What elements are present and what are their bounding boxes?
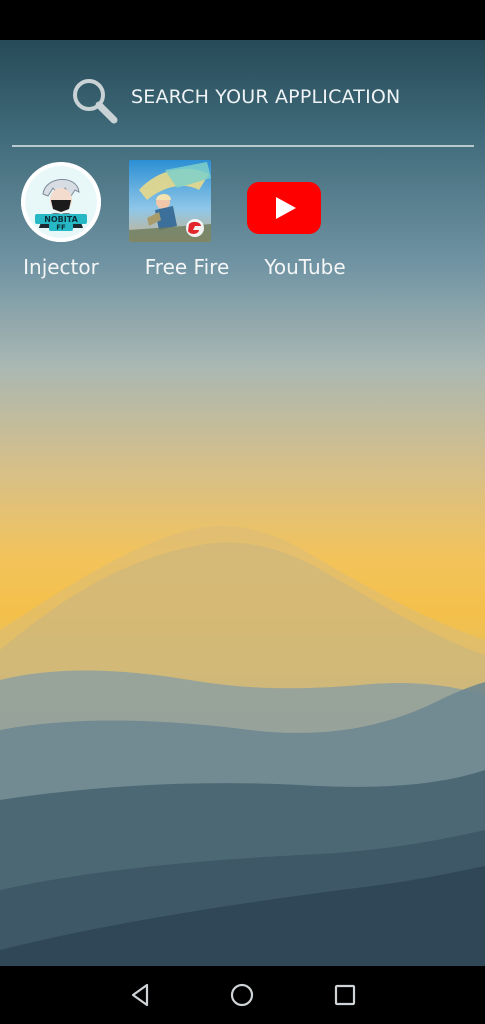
app-tile-free-fire[interactable]: Free Fire (124, 160, 242, 295)
launcher-screen: SEARCH YOUR APPLICATION NOBITA FF Inject… (0, 0, 485, 1024)
app-grid: NOBITA FF Injector Free Fire YouTube (0, 160, 485, 300)
search-label[interactable]: SEARCH YOUR APPLICATION (131, 86, 400, 108)
recents-square-icon[interactable] (329, 979, 361, 1011)
app-label-injector[interactable]: Injector (2, 255, 120, 279)
navigation-bar (0, 966, 485, 1024)
home-circle-icon[interactable] (226, 979, 258, 1011)
injector-app-icon[interactable]: NOBITA FF (21, 162, 101, 242)
svg-text:FF: FF (56, 224, 66, 232)
app-tile-injector[interactable]: NOBITA FF Injector (2, 160, 120, 295)
search-underline (12, 145, 474, 147)
free-fire-app-icon[interactable] (129, 160, 211, 242)
search-bar[interactable]: SEARCH YOUR APPLICATION (12, 60, 474, 148)
app-tile-youtube[interactable]: YouTube (246, 160, 364, 295)
search-icon[interactable] (70, 76, 120, 126)
app-label-youtube[interactable]: YouTube (246, 255, 364, 279)
app-label-free-fire[interactable]: Free Fire (128, 255, 246, 279)
youtube-app-icon[interactable] (247, 182, 321, 234)
status-bar (0, 0, 485, 40)
back-triangle-icon[interactable] (124, 979, 156, 1011)
